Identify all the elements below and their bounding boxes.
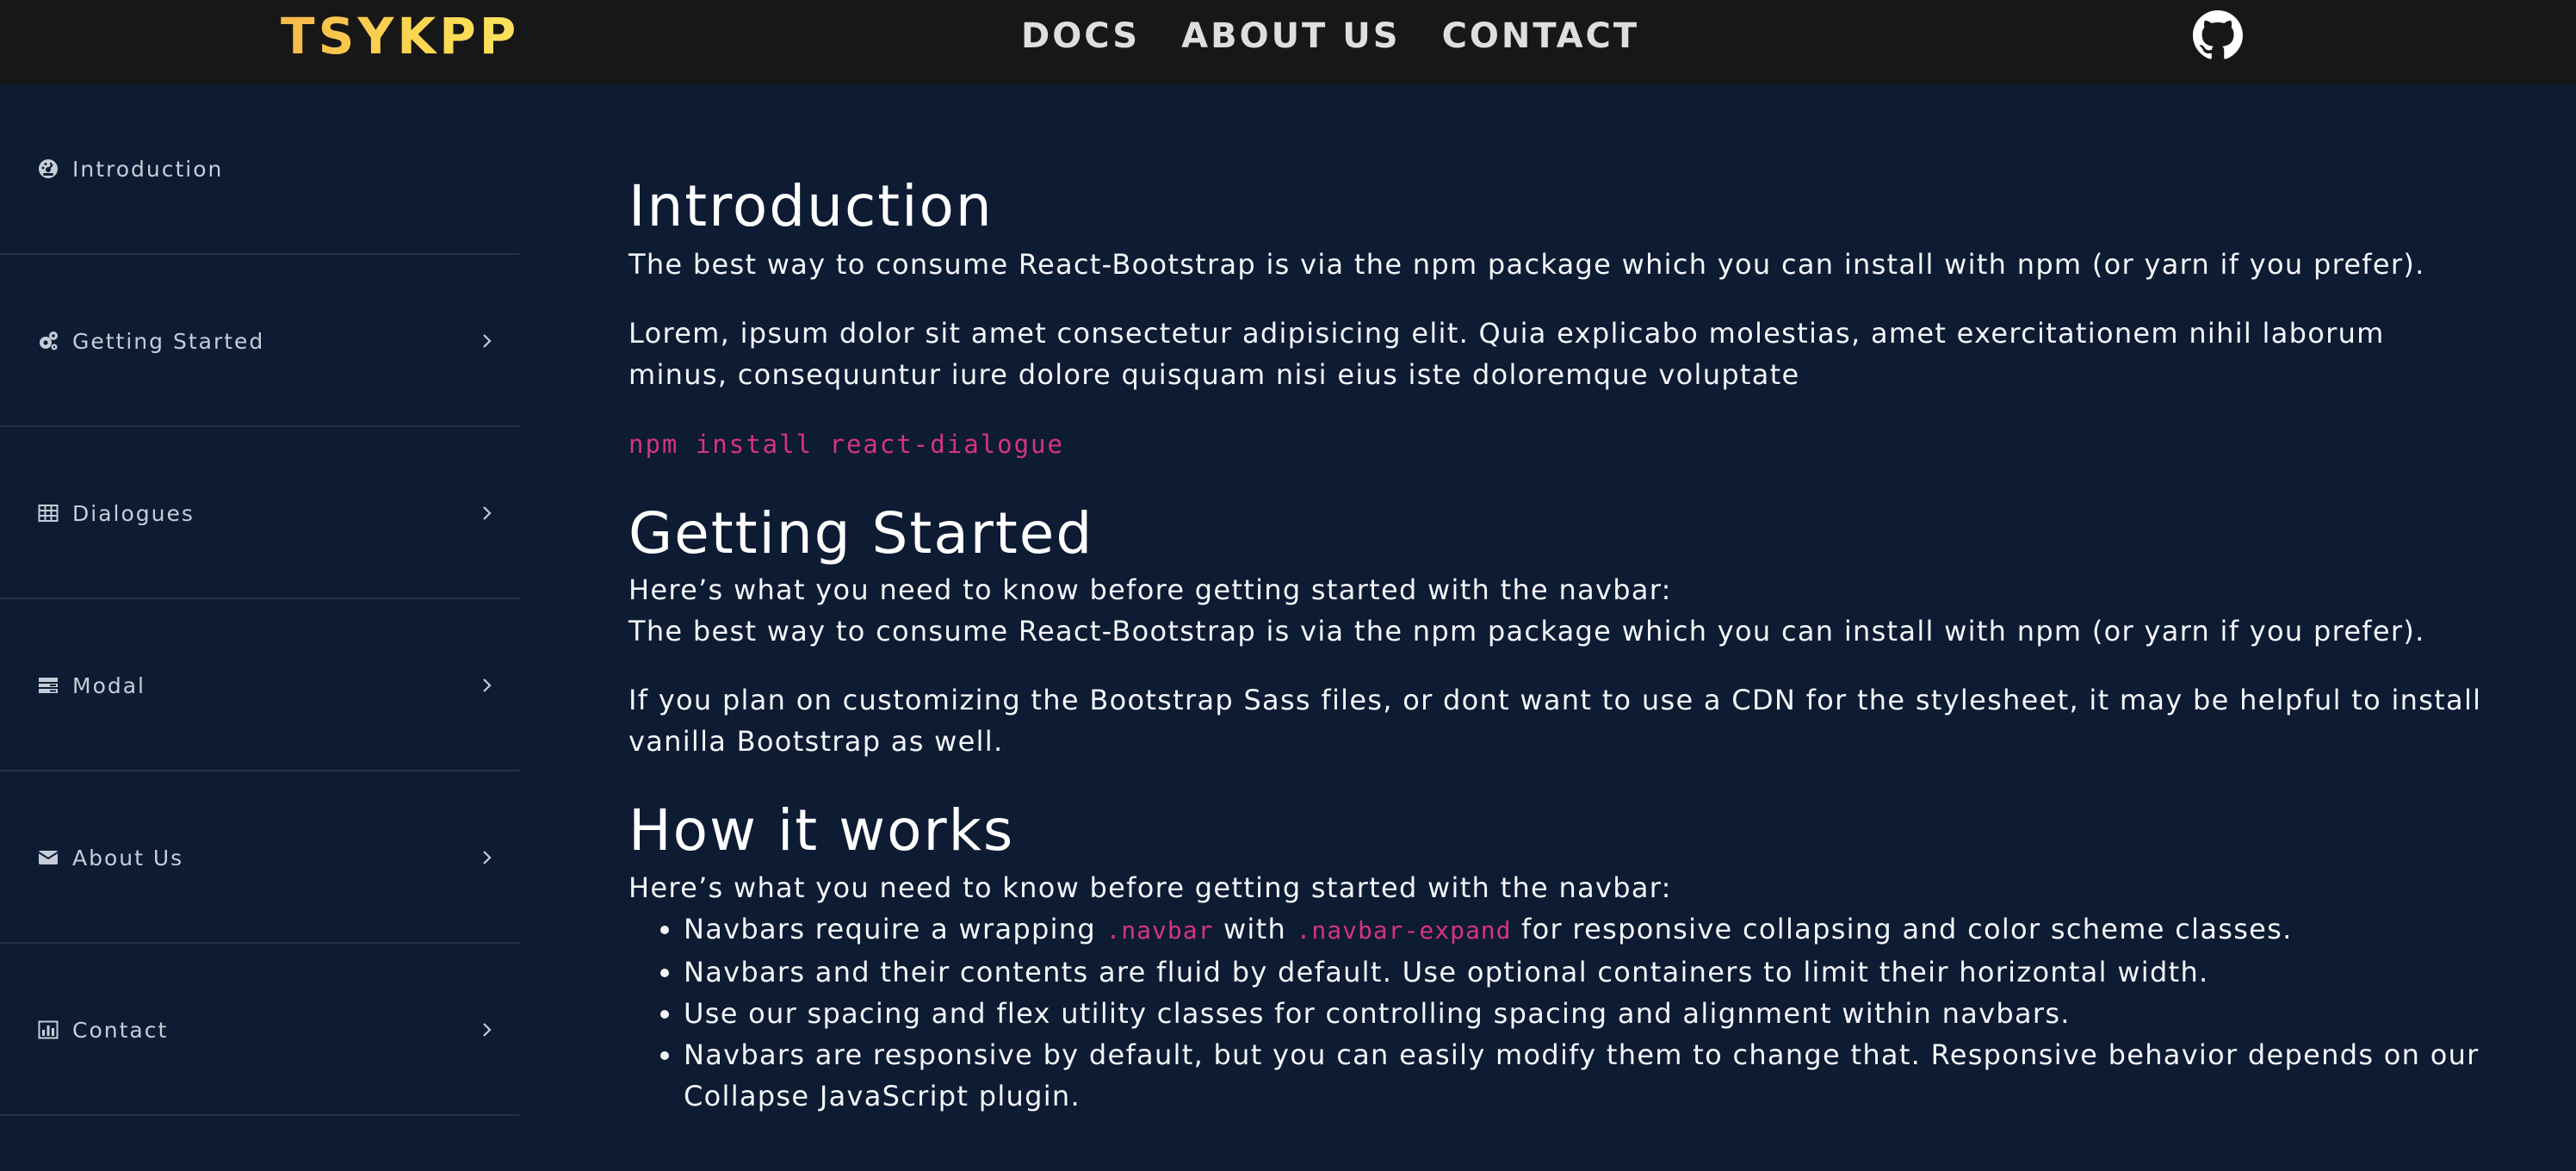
list-item: Navbars and their contents are fluid by … — [684, 951, 2488, 993]
sidebar-item-dialogues[interactable]: Dialogues — [0, 429, 519, 599]
chevron-right-icon — [483, 334, 492, 348]
github-icon[interactable] — [2193, 10, 2243, 60]
sidebar-item-label: Modal — [72, 672, 146, 698]
chevron-right-icon — [483, 678, 492, 692]
install-command: npm install react-dialogue — [629, 430, 1064, 460]
main-content: Introduction The best way to consume Rea… — [629, 172, 2488, 1117]
table-icon — [38, 503, 59, 524]
sidebar-item-label: Contact — [72, 1017, 169, 1043]
envelope-icon — [38, 847, 59, 868]
chevron-right-icon — [483, 851, 492, 864]
how-it-works-heading: How it works — [629, 797, 1015, 864]
bar-chart-icon — [38, 1019, 59, 1040]
dashboard-gauge-icon — [38, 158, 59, 179]
sidebar-item-label: Dialogues — [72, 500, 195, 526]
getting-started-line-1: Here’s what you need to know before gett… — [629, 573, 1672, 607]
getting-started-paragraph-3: If you plan on customizing the Bootstrap… — [629, 684, 2482, 759]
list-item: Use our spacing and flex utility classes… — [684, 993, 2488, 1034]
getting-started-heading: Getting Started — [629, 500, 1094, 567]
brand-logo[interactable]: TSYKPP — [281, 0, 519, 72]
nav-link-about-us[interactable]: ABOUT US — [1181, 16, 1400, 56]
top-nav-links: DOCS ABOUT US CONTACT — [1021, 0, 1639, 72]
sidebar-item-getting-started[interactable]: Getting Started — [0, 257, 519, 427]
chevron-right-icon — [483, 1023, 492, 1037]
sidebar-item-label: Introduction — [72, 156, 224, 182]
nav-link-docs[interactable]: DOCS — [1021, 16, 1140, 56]
list-item: Navbars require a wrapping .navbar with … — [684, 908, 2488, 951]
intro-paragraph-1: The best way to consume React-Bootstrap … — [629, 248, 2425, 282]
sidebar: Introduction Getting Started Dialogues M… — [0, 84, 519, 1171]
how-it-works-list: Navbars require a wrapping .navbar with … — [629, 908, 2488, 1117]
how-it-works-intro: Here’s what you need to know before gett… — [629, 871, 1672, 904]
list-item-text: with — [1213, 912, 1297, 945]
sidebar-item-modal[interactable]: Modal — [0, 601, 519, 771]
top-navbar: TSYKPP DOCS ABOUT US CONTACT — [0, 0, 2576, 84]
intro-paragraph-2: Lorem, ipsum dolor sit amet consectetur … — [629, 317, 2385, 392]
getting-started-line-2: The best way to consume React-Bootstrap … — [629, 615, 2425, 648]
gears-icon — [38, 331, 59, 351]
intro-heading: Introduction — [629, 173, 994, 239]
sidebar-item-introduction[interactable]: Introduction — [0, 84, 519, 255]
sidebar-item-about-us[interactable]: About Us — [0, 773, 519, 944]
inline-code-navbar-expand: .navbar-expand — [1296, 915, 1512, 945]
list-item-text: for responsive collapsing and color sche… — [1511, 912, 2293, 945]
install-code: npm install react-dialogue — [629, 423, 2488, 465]
list-icon — [38, 675, 59, 696]
chevron-right-icon — [483, 506, 492, 520]
nav-link-contact[interactable]: CONTACT — [1442, 16, 1640, 56]
sidebar-item-label: Getting Started — [72, 328, 265, 354]
sidebar-item-label: About Us — [72, 845, 184, 871]
sidebar-item-contact[interactable]: Contact — [0, 945, 519, 1116]
list-item-text: Navbars require a wrapping — [684, 912, 1106, 945]
inline-code-navbar: .navbar — [1105, 915, 1214, 945]
list-item: Navbars are responsive by default, but y… — [684, 1034, 2488, 1117]
